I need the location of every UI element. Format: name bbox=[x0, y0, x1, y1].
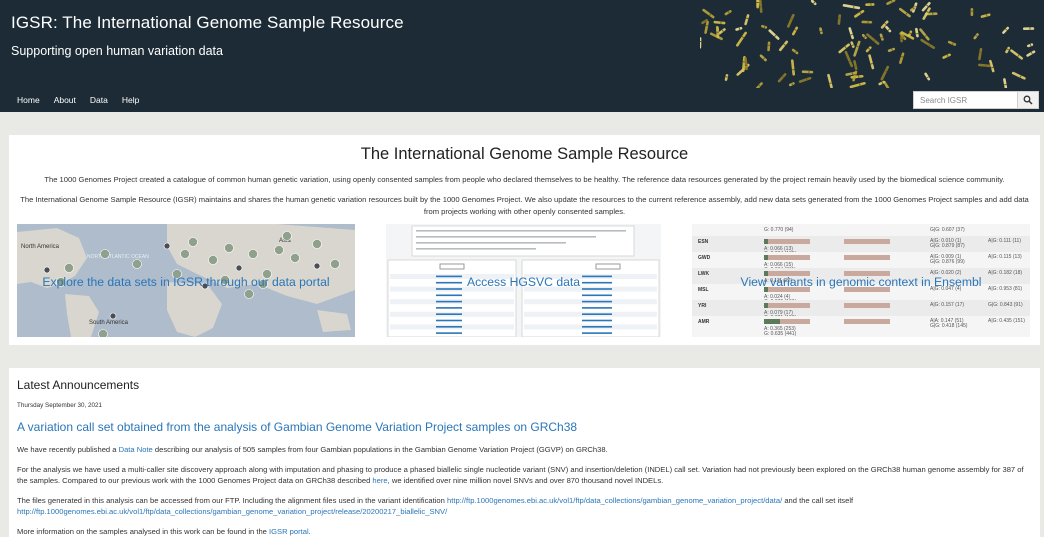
ensembl-tile[interactable]: G: 0.770 (94) G|G: 0.607 (37) ESN A: 0.066 … bbox=[692, 224, 1030, 337]
search-input[interactable] bbox=[913, 91, 1017, 109]
svg-text:A|G: 0.157 (17): A|G: 0.157 (17) bbox=[930, 302, 964, 308]
text: describing our analysis of 505 samples f… bbox=[152, 445, 608, 454]
svg-text:G|G: 0.843 (91): G|G: 0.843 (91) bbox=[988, 302, 1023, 308]
map-label-south-america: South America bbox=[89, 320, 129, 326]
data-note-link[interactable]: Data Note bbox=[119, 445, 153, 454]
announcement-paragraph-4: More information on the samples analysed… bbox=[17, 526, 1027, 537]
announcement-paragraph-3: The files generated in this analysis can… bbox=[17, 495, 1027, 517]
announcements-heading: Latest Announcements bbox=[17, 378, 140, 392]
svg-text:A|G: 0.435 (151): A|G: 0.435 (151) bbox=[988, 318, 1025, 324]
svg-text:ESN: ESN bbox=[698, 239, 709, 245]
svg-text:GWD: GWD bbox=[698, 255, 711, 261]
main-nav: Home About Data Help bbox=[17, 95, 153, 105]
site-subtitle: Supporting open human variation data bbox=[11, 44, 223, 58]
svg-text:A|G: 0.111 (11): A|G: 0.111 (11) bbox=[988, 238, 1021, 244]
nav-help[interactable]: Help bbox=[122, 95, 139, 105]
intro-panel: The International Genome Sample Resource… bbox=[9, 135, 1040, 345]
ensembl-link[interactable]: View variants in genomic context in Ense… bbox=[692, 275, 1030, 289]
svg-text:G: 0.770 (94): G: 0.770 (94) bbox=[764, 227, 794, 233]
intro-paragraph-2: The International Genome Sample Resource… bbox=[20, 195, 1029, 216]
announcement-paragraph-2: For the analysis we have used a multi-ca… bbox=[17, 464, 1027, 486]
text: and the call set itself bbox=[782, 496, 854, 505]
search-button[interactable] bbox=[1017, 91, 1039, 109]
svg-text:G|G: 0.607 (37): G|G: 0.607 (37) bbox=[930, 227, 965, 233]
ftp-release-link[interactable]: http://ftp.1000genomes.ebi.ac.uk/vol1/ft… bbox=[17, 507, 447, 516]
site-title[interactable]: IGSR: The International Genome Sample Re… bbox=[11, 13, 404, 33]
svg-text:G: 0.635 (441): G: 0.635 (441) bbox=[764, 331, 797, 337]
text: . bbox=[308, 527, 311, 536]
announcement-paragraph-1: We have recently published a Data Note d… bbox=[17, 444, 1027, 455]
text: The files generated in this analysis can… bbox=[17, 496, 447, 505]
svg-text:G|G: 0.876 (99): G|G: 0.876 (99) bbox=[930, 259, 965, 265]
nav-about[interactable]: About bbox=[54, 95, 76, 105]
map-label-north-america: North America bbox=[21, 244, 60, 250]
svg-text:A|G: 0.115 (13): A|G: 0.115 (13) bbox=[988, 254, 1022, 260]
search-icon bbox=[1023, 95, 1033, 105]
text: , we identified over nine million novel … bbox=[387, 476, 664, 485]
search-form bbox=[913, 91, 1039, 109]
nav-data[interactable]: Data bbox=[90, 95, 108, 105]
site-header: IGSR: The International Genome Sample Re… bbox=[0, 0, 1044, 112]
intro-paragraph-1: The 1000 Genomes Project created a catal… bbox=[44, 175, 1005, 184]
announcement-date: Thursday September 30, 2021 bbox=[17, 402, 103, 409]
chromosome-banner-image bbox=[700, 0, 1036, 88]
announcements-panel: Latest Announcements Thursday September … bbox=[9, 368, 1040, 537]
hgsvc-tile[interactable]: Access HGSVC data bbox=[386, 224, 661, 337]
igsr-portal-link[interactable]: IGSR portal bbox=[269, 527, 309, 536]
svg-text:G|G: 0.879 (87): G|G: 0.879 (87) bbox=[930, 243, 965, 249]
text: We have recently published a bbox=[17, 445, 119, 454]
ftp-data-link[interactable]: http://ftp.1000genomes.ebi.ac.uk/vol1/ft… bbox=[447, 496, 782, 505]
map-label-atlantic: NORTH ATLANTIC OCEAN bbox=[87, 254, 149, 260]
hgsvc-link[interactable]: Access HGSVC data bbox=[386, 275, 661, 289]
nav-home[interactable]: Home bbox=[17, 95, 40, 105]
svg-text:AMR: AMR bbox=[698, 319, 710, 325]
data-portal-tile[interactable]: North America NORTH ATLANTIC OCEAN Asia … bbox=[17, 224, 355, 337]
here-link[interactable]: here bbox=[372, 476, 387, 485]
announcement-title-link[interactable]: A variation call set obtained from the a… bbox=[17, 420, 577, 434]
data-portal-link[interactable]: Explore the data sets in IGSR through ou… bbox=[17, 275, 355, 289]
svg-text:YRI: YRI bbox=[698, 303, 707, 309]
svg-text:G|G: 0.418 (145): G|G: 0.418 (145) bbox=[930, 323, 968, 329]
text: More information on the samples analysed… bbox=[17, 527, 269, 536]
intro-title: The International Genome Sample Resource bbox=[360, 145, 689, 163]
